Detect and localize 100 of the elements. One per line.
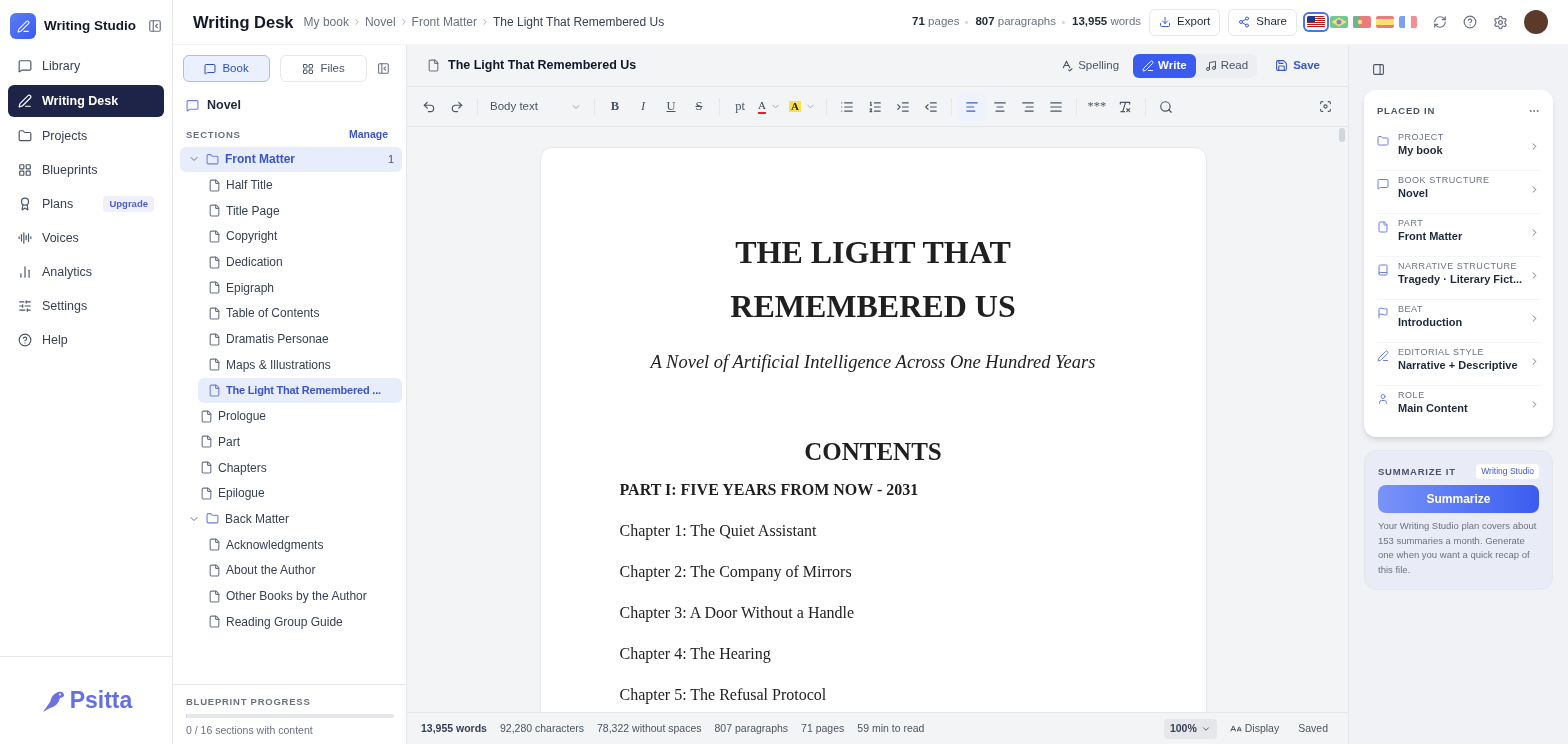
audio-icon (18, 231, 32, 245)
chart-icon (18, 265, 32, 279)
folder-icon (206, 152, 219, 166)
brand-name: Psitta (69, 686, 133, 716)
tree-item[interactable]: Reading Group Guide (198, 608, 402, 635)
placement-row[interactable]: PART Front Matter (1377, 214, 1540, 258)
mode-tab[interactable]: Read (1195, 53, 1258, 78)
tree-item[interactable]: Back Matter (180, 506, 402, 532)
file-icon (208, 384, 221, 398)
manage-link[interactable]: Manage (348, 126, 388, 143)
align-left-icon[interactable] (957, 92, 986, 121)
bold-button[interactable]: B (601, 92, 629, 121)
tree-item[interactable]: Epilogue (180, 480, 402, 507)
save-icon (1275, 59, 1289, 72)
help-icon[interactable] (1463, 15, 1477, 29)
strikethrough-button[interactable]: S (685, 92, 713, 121)
tree-item[interactable]: Acknowledgments (198, 531, 402, 558)
tree-item[interactable]: About the Author (198, 557, 402, 584)
panel-tab[interactable]: Files (280, 55, 368, 82)
file-icon (200, 435, 213, 449)
tree-item[interactable]: Table of Contents (198, 300, 402, 327)
spelling-button[interactable]: Spelling (1052, 52, 1128, 79)
summarize-button[interactable]: Summarize (1378, 485, 1539, 513)
nav-item[interactable]: Analytics (8, 257, 164, 287)
tree-item[interactable]: Half Title (198, 172, 402, 198)
nav-item[interactable]: Plans Upgrade (8, 189, 164, 219)
placement-row[interactable]: NARRATIVE STRUCTURE Tragedy · Literary Fict... (1377, 257, 1540, 301)
tree-item[interactable]: Front Matter 1 (180, 146, 402, 173)
breadcrumb-link[interactable]: Front Matter (411, 13, 477, 31)
share-button[interactable]: Share (1228, 8, 1297, 36)
plan-note: Your Writing Studio plan covers about 153 summaries a month. Generate one when you want a quick recap of this file. (1378, 519, 1538, 577)
tree-item[interactable]: The Light That Remembered ... (198, 377, 402, 404)
tree-item[interactable]: Dedication (198, 249, 402, 275)
placement-row[interactable]: BOOK STRUCTURE Novel (1377, 171, 1540, 215)
nav-item[interactable]: Settings (8, 291, 164, 321)
text-color-button[interactable]: A (754, 92, 785, 121)
flag-button[interactable] (1305, 14, 1327, 30)
placement-value: Front Matter (1398, 229, 1464, 244)
document-subtitle: A Novel of Artificial Intelligence Across One Hundred Years (648, 351, 1097, 374)
nav-item[interactable]: Help (8, 325, 164, 355)
placement-label: NARRATIVE STRUCTURE (1398, 261, 1519, 273)
tree-item[interactable]: Chapters (180, 454, 402, 481)
file-icon (208, 204, 221, 218)
breadcrumb-link[interactable]: Novel (364, 13, 396, 31)
format-button[interactable]: *** (1082, 92, 1111, 121)
tree-item[interactable]: Maps & Illustrations (198, 352, 402, 378)
file-icon (208, 229, 221, 243)
word-count: 13,955 words (421, 720, 487, 736)
format-button[interactable]: pt (726, 92, 754, 121)
plan-badge: Writing Studio (1476, 464, 1539, 479)
user-avatar[interactable] (1524, 10, 1548, 34)
italic-button[interactable]: I (629, 92, 657, 121)
tree-item[interactable]: Part (180, 429, 402, 455)
contents-heading: CONTENTS (803, 436, 943, 467)
tree-item[interactable]: Prologue (180, 403, 402, 430)
pen-icon (18, 94, 32, 108)
placement-row[interactable]: BEAT Introduction (1377, 300, 1540, 344)
underline-button[interactable]: U (657, 92, 685, 121)
tree-item[interactable]: Epigraph (198, 274, 402, 301)
display-button[interactable]: Display (1229, 720, 1280, 737)
highlight-button[interactable]: A (784, 92, 820, 121)
document-title: THE LIGHT THAT REMEMBERED US (729, 233, 1017, 326)
export-button[interactable]: Export (1149, 8, 1221, 36)
share-icon (1238, 16, 1251, 28)
nav-item[interactable]: Library (8, 51, 164, 81)
music-note-icon (1204, 59, 1217, 72)
placement-row[interactable]: PROJECT My book (1377, 128, 1540, 172)
tree-item[interactable]: Title Page (198, 197, 402, 224)
tree-item[interactable]: Other Books by the Author (198, 583, 402, 609)
panel-tab[interactable]: Book (183, 55, 271, 82)
focus-mode-icon[interactable] (1319, 100, 1332, 113)
nav-item[interactable]: Projects (8, 121, 164, 151)
save-button[interactable]: Save (1267, 52, 1328, 79)
breadcrumb-link[interactable]: The Light That Remembered Us (492, 13, 665, 31)
chapter-entry: Chapter 3: A Door Without a Handle (619, 603, 856, 624)
sync-icon[interactable] (1433, 15, 1447, 29)
placement-row[interactable]: ROLE Main Content (1377, 386, 1540, 430)
style-select[interactable]: Body text (484, 92, 588, 121)
tree-item[interactable]: Copyright (198, 223, 402, 250)
breadcrumb-link[interactable]: My book (303, 13, 349, 31)
sections-label: SECTIONS (186, 127, 241, 142)
placement-row[interactable]: EDITORIAL STYLE Narrative + Descriptive (1377, 343, 1540, 387)
nav-item[interactable]: Voices (8, 223, 164, 253)
toggle-panel-icon[interactable] (1372, 63, 1385, 76)
upgrade-badge[interactable]: Upgrade (103, 195, 154, 213)
folder-icon (206, 512, 219, 526)
file-title: The Light That Remembered Us (448, 57, 637, 75)
grid-icon (18, 163, 32, 177)
collapse-sidebar-icon[interactable] (148, 19, 162, 33)
mode-tab[interactable]: Write (1133, 53, 1196, 78)
settings-icon[interactable] (1493, 14, 1508, 30)
collapse-panel-icon[interactable] (377, 62, 390, 75)
spell-check-icon (1060, 59, 1074, 72)
file-icon (200, 409, 213, 423)
zoom-select[interactable]: 100% (1163, 718, 1217, 739)
nav-item[interactable]: Writing Desk (8, 85, 164, 117)
part-heading: PART I: FIVE YEARS FROM NOW - 2031 (619, 480, 920, 501)
placement-label: BEAT (1398, 304, 1424, 316)
tree-item[interactable]: Dramatis Personae (198, 326, 402, 352)
nav-item[interactable]: Blueprints (8, 155, 164, 185)
